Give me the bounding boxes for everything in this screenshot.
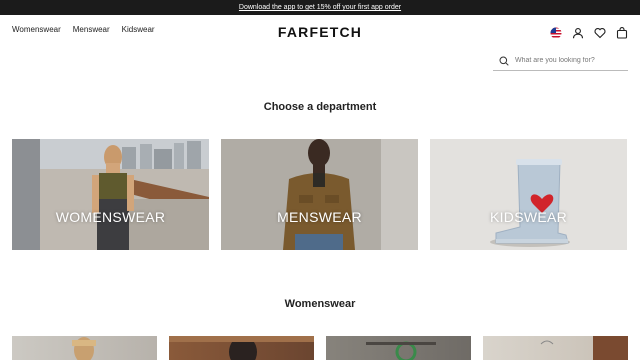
department-nav: Womenswear Menswear Kidswear [12,25,155,34]
nav-kidswear[interactable]: Kidswear [122,25,155,34]
us-flag-icon[interactable] [549,26,562,39]
search-input[interactable] [515,57,625,64]
product-thumb[interactable] [483,336,628,360]
product-photo [169,336,314,360]
account-icon[interactable] [571,26,584,39]
wishlist-heart-icon[interactable] [593,26,606,39]
product-photo [540,336,628,360]
bag-icon[interactable] [615,26,628,39]
womenswear-product-row [12,336,628,360]
nav-womenswear[interactable]: Womenswear [12,25,61,34]
header-actions [549,26,628,39]
nav-menswear[interactable]: Menswear [73,25,110,34]
tile-kidswear[interactable]: KIDSWEAR [430,139,627,250]
promo-banner[interactable]: Download the app to get 15% off your fir… [0,0,640,15]
tile-menswear[interactable]: MENSWEAR [221,139,418,250]
kidswear-photo [430,139,627,250]
promo-link[interactable]: Download the app to get 15% off your fir… [239,4,401,11]
product-thumb[interactable] [169,336,314,360]
product-photo [72,337,96,360]
tile-womenswear[interactable]: WOMENSWEAR [12,139,209,250]
womenswear-photo [12,139,209,250]
tile-label: WOMENSWEAR [55,209,166,225]
tile-label: KIDSWEAR [489,209,568,225]
product-thumb[interactable] [12,336,157,360]
section-heading: Womenswear [284,298,356,310]
department-heading: Choose a department [263,101,377,113]
product-photo [366,341,436,360]
department-tiles: WOMENSWEAR MENSWEAR KIDSWEAR [12,139,627,250]
search-icon [499,56,509,66]
tile-label: MENSWEAR [277,209,362,225]
product-thumb[interactable] [326,336,471,360]
search-bar[interactable] [493,51,628,71]
menswear-photo [221,139,418,250]
